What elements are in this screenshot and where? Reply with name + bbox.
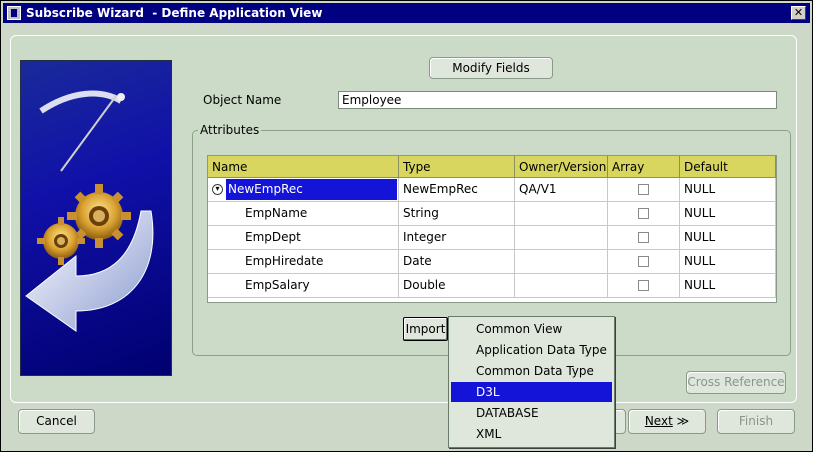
finish-button[interactable]: Finish xyxy=(717,409,795,434)
close-icon: ✕ xyxy=(793,6,804,19)
window-title: Subscribe Wizard - Define Application Vi… xyxy=(26,6,323,20)
cell-array xyxy=(608,226,680,250)
cell-owner[interactable] xyxy=(515,226,608,250)
cell-type[interactable]: NewEmpRec xyxy=(399,178,515,202)
cell-name[interactable]: EmpHiredate xyxy=(208,250,399,274)
cell-array xyxy=(608,178,680,202)
cell-owner[interactable] xyxy=(515,202,608,226)
chevron-right-icon: ≫ xyxy=(676,414,690,428)
cell-type[interactable]: Date xyxy=(399,250,515,274)
import-button[interactable]: Import xyxy=(403,317,448,341)
menu-item-xml[interactable]: XML xyxy=(451,424,612,444)
array-checkbox[interactable] xyxy=(638,256,649,267)
modify-fields-button[interactable]: Modify Fields xyxy=(429,57,553,79)
array-checkbox[interactable] xyxy=(638,184,649,195)
cell-type[interactable]: Integer xyxy=(399,226,515,250)
next-label: Next xyxy=(644,414,673,428)
table-row[interactable]: ▾ NewEmpRec xyxy=(208,178,399,202)
title-bar: Subscribe Wizard - Define Application Vi… xyxy=(3,3,810,23)
cell-type[interactable]: String xyxy=(399,202,515,226)
menu-item-database[interactable]: DATABASE xyxy=(451,403,612,423)
column-header-owner-version[interactable]: Owner/Version xyxy=(515,156,608,178)
cell-array xyxy=(608,274,680,298)
cell-owner[interactable] xyxy=(515,274,608,298)
collapse-icon[interactable]: ▾ xyxy=(212,184,223,195)
cancel-button[interactable]: Cancel xyxy=(18,409,95,434)
object-name-label: Object Name xyxy=(203,93,282,107)
cell-default[interactable]: NULL xyxy=(680,202,776,226)
cell-array xyxy=(608,250,680,274)
column-header-type[interactable]: Type xyxy=(399,156,515,178)
app-icon xyxy=(7,6,21,20)
cell-owner[interactable] xyxy=(515,250,608,274)
cell-default[interactable]: NULL xyxy=(680,226,776,250)
cell-default[interactable]: NULL xyxy=(680,250,776,274)
cell-name[interactable]: EmpDept xyxy=(208,226,399,250)
menu-item-d3l[interactable]: D3L xyxy=(451,382,612,402)
cell-default[interactable]: NULL xyxy=(680,178,776,202)
wizard-graphic xyxy=(20,60,172,376)
import-menu: Common View Application Data Type Common… xyxy=(448,316,615,448)
attributes-table: Name Type Owner/Version Array Default ▾ … xyxy=(207,155,777,303)
cell-name[interactable]: EmpSalary xyxy=(208,274,399,298)
array-checkbox[interactable] xyxy=(638,280,649,291)
column-header-default[interactable]: Default xyxy=(680,156,776,178)
column-header-name[interactable]: Name xyxy=(208,156,399,178)
cell-name[interactable]: EmpName xyxy=(208,202,399,226)
wizard-illustration xyxy=(25,90,154,332)
array-checkbox[interactable] xyxy=(638,232,649,243)
menu-item-application-data-type[interactable]: Application Data Type xyxy=(451,340,612,360)
cell-array xyxy=(608,202,680,226)
cell-name[interactable]: NewEmpRec xyxy=(226,179,397,200)
close-button[interactable]: ✕ xyxy=(791,6,806,20)
next-button[interactable]: Next ≫ xyxy=(628,409,706,434)
column-header-array[interactable]: Array xyxy=(608,156,680,178)
cross-reference-button[interactable]: Cross Reference xyxy=(686,371,786,394)
array-checkbox[interactable] xyxy=(638,208,649,219)
attributes-group-title: Attributes xyxy=(198,123,262,137)
cell-owner[interactable]: QA/V1 xyxy=(515,178,608,202)
menu-item-common-data-type[interactable]: Common Data Type xyxy=(451,361,612,381)
cell-default[interactable]: NULL xyxy=(680,274,776,298)
cell-type[interactable]: Double xyxy=(399,274,515,298)
object-name-field[interactable]: Employee xyxy=(338,91,777,109)
menu-item-common-view[interactable]: Common View xyxy=(451,319,612,339)
